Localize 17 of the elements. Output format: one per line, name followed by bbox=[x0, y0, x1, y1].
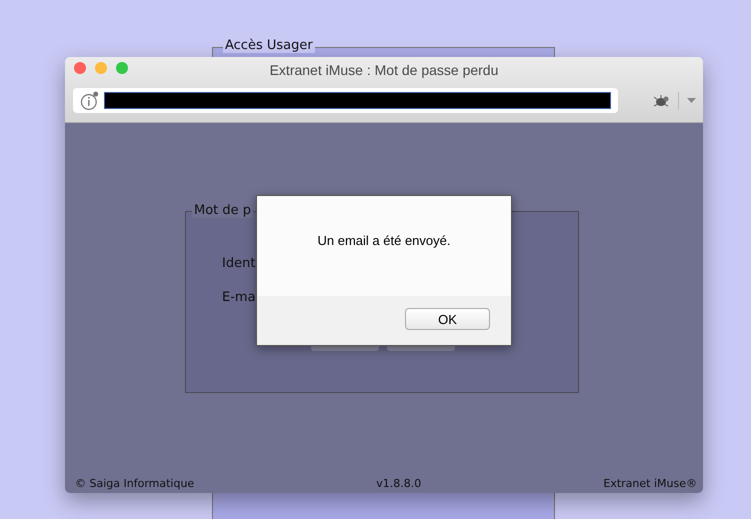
zoom-button[interactable] bbox=[116, 62, 128, 74]
bug-icon[interactable] bbox=[652, 94, 670, 108]
close-button[interactable] bbox=[74, 62, 86, 74]
ok-button[interactable]: OK bbox=[405, 308, 490, 330]
minimize-button[interactable] bbox=[95, 62, 107, 74]
panel-legend: Accès Usager bbox=[223, 38, 315, 53]
product-name: Extranet iMuse® bbox=[603, 477, 697, 490]
field-label: Ident bbox=[222, 256, 256, 271]
panel-legend: Mot de p bbox=[192, 203, 254, 218]
window-title: Extranet iMuse : Mot de passe perdu bbox=[270, 60, 498, 78]
alert-message: Un email a été envoyé. bbox=[318, 233, 450, 250]
copyright-text: © Saiga Informatique bbox=[75, 477, 194, 490]
address-field[interactable] bbox=[73, 88, 618, 113]
version-text: v1.8.8.0 bbox=[376, 477, 422, 490]
field-label: E-ma bbox=[222, 290, 257, 305]
dropdown-caret-icon[interactable] bbox=[687, 98, 696, 104]
info-icon[interactable] bbox=[80, 90, 100, 110]
